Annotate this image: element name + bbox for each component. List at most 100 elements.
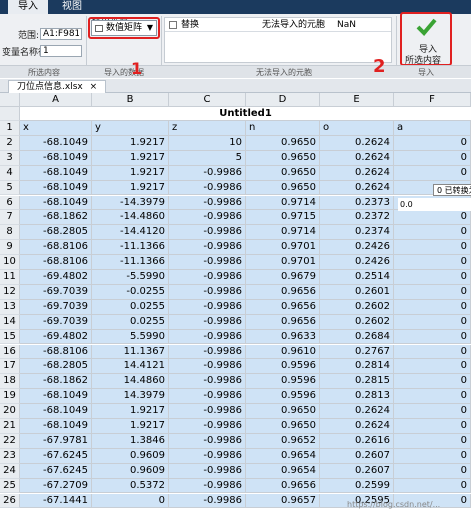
table-cell[interactable]: 0.2815 bbox=[320, 374, 394, 390]
table-cell[interactable]: 0 bbox=[394, 299, 471, 315]
table-cell[interactable]: -0.9986 bbox=[169, 419, 246, 434]
table-cell[interactable]: 0.0255 bbox=[92, 299, 169, 315]
table-cell[interactable]: -0.9986 bbox=[169, 389, 246, 405]
table-cell[interactable]: 0.2624 bbox=[320, 150, 394, 166]
row-number[interactable]: 22 bbox=[0, 433, 20, 449]
table-cell[interactable]: 0.2601 bbox=[320, 284, 394, 300]
table-cell[interactable]: -69.4802 bbox=[20, 329, 92, 345]
table-cell[interactable]: 0.9714 bbox=[246, 225, 320, 241]
variable-name-cell[interactable]: a bbox=[394, 121, 471, 136]
table-cell[interactable]: 0.9650 bbox=[246, 180, 320, 196]
table-cell[interactable]: 0.2426 bbox=[320, 255, 394, 270]
varname-row-input[interactable] bbox=[40, 45, 82, 57]
column-header[interactable]: F bbox=[394, 93, 471, 107]
rule-target[interactable]: 无法导入的元胞 bbox=[262, 18, 325, 32]
table-cell[interactable]: -0.9986 bbox=[169, 463, 246, 479]
table-cell[interactable]: 10 bbox=[169, 135, 246, 151]
table-cell[interactable]: 11.1367 bbox=[92, 344, 169, 360]
variable-name-cell[interactable]: y bbox=[92, 121, 169, 136]
row-number[interactable]: 3 bbox=[0, 150, 20, 166]
table-cell[interactable]: 0.9679 bbox=[246, 270, 320, 285]
table-cell[interactable]: 1.3846 bbox=[92, 433, 169, 449]
table-cell[interactable]: 0 bbox=[394, 433, 471, 449]
table-cell[interactable]: -68.1049 bbox=[20, 404, 92, 419]
row-number[interactable]: 21 bbox=[0, 419, 20, 434]
column-header[interactable]: A bbox=[20, 93, 92, 107]
column-header[interactable]: C bbox=[169, 93, 246, 107]
row-number[interactable]: 24 bbox=[0, 463, 20, 479]
table-cell[interactable]: 0.2426 bbox=[320, 240, 394, 256]
table-cell[interactable]: 1.9217 bbox=[92, 419, 169, 434]
table-cell[interactable]: 0.9609 bbox=[92, 463, 169, 479]
table-cell[interactable]: -0.9986 bbox=[169, 374, 246, 390]
table-cell[interactable]: -69.7039 bbox=[20, 314, 92, 330]
table-cell[interactable]: 0.9652 bbox=[246, 433, 320, 449]
row-number[interactable]: 25 bbox=[0, 478, 20, 494]
table-cell[interactable]: 0.9715 bbox=[246, 210, 320, 226]
table-cell[interactable]: 0.2767 bbox=[320, 344, 394, 360]
table-cell[interactable]: -0.9986 bbox=[169, 195, 246, 211]
table-cell[interactable]: -0.9986 bbox=[169, 404, 246, 419]
row-number[interactable]: 11 bbox=[0, 270, 20, 285]
table-cell[interactable]: 0.2602 bbox=[320, 299, 394, 315]
table-cell[interactable]: -0.9986 bbox=[169, 493, 246, 509]
table-cell[interactable]: -14.3979 bbox=[92, 195, 169, 211]
table-cell[interactable]: -67.6245 bbox=[20, 463, 92, 479]
table-cell[interactable]: 0 bbox=[394, 225, 471, 241]
table-cell[interactable]: 0 bbox=[394, 150, 471, 166]
table-cell[interactable]: -68.1049 bbox=[20, 419, 92, 434]
table-cell[interactable]: 0.2624 bbox=[320, 165, 394, 181]
table-cell[interactable]: 0 bbox=[394, 270, 471, 285]
table-cell[interactable]: 14.3979 bbox=[92, 389, 169, 405]
table-cell[interactable]: 0.2814 bbox=[320, 359, 394, 375]
table-cell[interactable]: -69.4802 bbox=[20, 270, 92, 285]
table-cell[interactable]: 0 bbox=[394, 374, 471, 390]
table-cell[interactable]: 0.2607 bbox=[320, 463, 394, 479]
table-cell[interactable]: -68.1049 bbox=[20, 389, 92, 405]
table-cell[interactable]: 0 bbox=[394, 210, 471, 226]
table-cell[interactable]: -68.1049 bbox=[20, 195, 92, 211]
table-cell[interactable]: -68.1049 bbox=[20, 150, 92, 166]
table-cell[interactable]: -0.9986 bbox=[169, 344, 246, 360]
table-cell[interactable]: 0.9596 bbox=[246, 374, 320, 390]
table-cell[interactable]: 0.9596 bbox=[246, 359, 320, 375]
table-cell[interactable]: -67.2709 bbox=[20, 478, 92, 494]
table-cell[interactable]: 14.4121 bbox=[92, 359, 169, 375]
table-cell[interactable]: 0 bbox=[394, 255, 471, 270]
row-number[interactable]: 9 bbox=[0, 240, 20, 256]
row-number[interactable]: 10 bbox=[0, 255, 20, 270]
table-cell[interactable]: 0.9650 bbox=[246, 404, 320, 419]
table-cell[interactable]: 0.9650 bbox=[246, 419, 320, 434]
table-cell[interactable]: 0.9650 bbox=[246, 150, 320, 166]
table-cell[interactable]: 0.2624 bbox=[320, 180, 394, 196]
table-cell[interactable]: -0.9986 bbox=[169, 284, 246, 300]
row-number[interactable]: 8 bbox=[0, 225, 20, 241]
variable-name-cell[interactable]: o bbox=[320, 121, 394, 136]
row-number[interactable]: 18 bbox=[0, 374, 20, 390]
table-cell[interactable]: -68.2805 bbox=[20, 225, 92, 241]
variable-name-cell[interactable]: z bbox=[169, 121, 246, 136]
table-cell[interactable]: -0.9986 bbox=[169, 329, 246, 345]
table-cell[interactable]: 0.2607 bbox=[320, 448, 394, 464]
close-icon[interactable]: × bbox=[90, 82, 98, 92]
range-input[interactable] bbox=[40, 28, 82, 40]
table-cell[interactable]: 0 bbox=[92, 493, 169, 509]
table-cell[interactable]: -0.9986 bbox=[169, 210, 246, 226]
table-cell[interactable]: 0.9701 bbox=[246, 240, 320, 256]
table-cell[interactable]: 1.9217 bbox=[92, 404, 169, 419]
table-cell[interactable]: 0.2624 bbox=[320, 135, 394, 151]
table-cell[interactable]: 1.9217 bbox=[92, 135, 169, 151]
table-cell[interactable]: 0 bbox=[394, 240, 471, 256]
table-cell[interactable]: -67.9781 bbox=[20, 433, 92, 449]
table-cell[interactable]: -68.1049 bbox=[20, 165, 92, 181]
table-cell[interactable]: 0.9633 bbox=[246, 329, 320, 345]
table-cell[interactable]: -68.1049 bbox=[20, 135, 92, 151]
table-cell[interactable]: 0.9714 bbox=[246, 195, 320, 211]
table-cell[interactable]: 1.9217 bbox=[92, 165, 169, 181]
table-cell[interactable]: -68.1862 bbox=[20, 210, 92, 226]
table-cell[interactable]: 0.9610 bbox=[246, 344, 320, 360]
table-cell[interactable]: 0.2514 bbox=[320, 270, 394, 285]
table-cell[interactable]: -0.9986 bbox=[169, 165, 246, 181]
table-cell[interactable]: 0 bbox=[394, 389, 471, 405]
tab-import[interactable]: 导入 bbox=[8, 0, 48, 14]
